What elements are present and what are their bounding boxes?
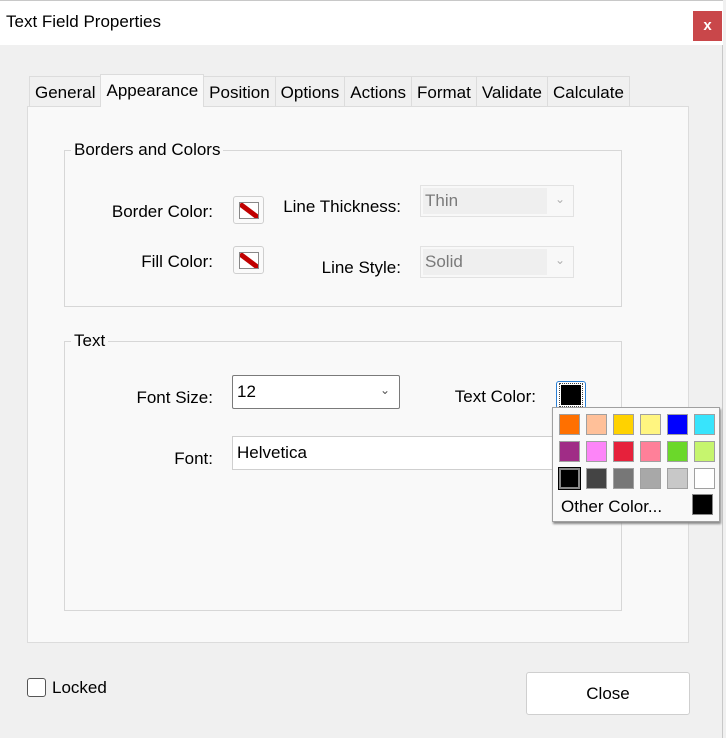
color-swatch[interactable] (586, 414, 607, 435)
color-swatch[interactable] (694, 441, 715, 462)
font-value: Helvetica (237, 443, 307, 462)
color-swatch[interactable] (640, 414, 661, 435)
font-size-select[interactable]: 12 ⌄ (232, 375, 400, 409)
tab-format[interactable]: Format (411, 76, 477, 107)
chevron-down-icon: ⌄ (379, 383, 390, 397)
line-style-select[interactable]: Solid ⌄ (420, 246, 574, 278)
color-swatch[interactable] (694, 414, 715, 435)
color-swatch[interactable] (640, 441, 661, 462)
border-color-button[interactable] (233, 196, 264, 224)
tab-general[interactable]: General (29, 76, 102, 107)
locked-checkbox[interactable] (27, 678, 46, 697)
color-swatch[interactable] (586, 441, 607, 462)
line-style-label: Line Style: (321, 258, 401, 277)
locked-label[interactable]: Locked (52, 678, 107, 698)
close-button[interactable]: Close (526, 672, 690, 715)
fill-color-button[interactable] (233, 246, 264, 274)
borders-and-colors-group: Borders and Colors (64, 140, 622, 307)
text-color-swatch (559, 383, 583, 407)
line-thickness-value: Thin (423, 188, 547, 214)
text-color-label: Text Color: (454, 387, 536, 406)
tab-options[interactable]: Options (274, 76, 346, 107)
color-swatch[interactable] (559, 441, 580, 462)
tab-validate[interactable]: Validate (475, 76, 549, 107)
font-size-value: 12 (237, 382, 256, 401)
border-color-label: Border Color: (111, 202, 213, 221)
tab-bar: General Appearance Position Options Acti… (29, 74, 630, 107)
color-swatch[interactable] (640, 468, 661, 489)
group-title: Borders and Colors (71, 140, 224, 160)
dialog-title: Text Field Properties (6, 12, 161, 31)
font-size-label: Font Size: (136, 388, 213, 407)
color-swatch[interactable] (613, 441, 634, 462)
color-swatch[interactable] (667, 414, 688, 435)
color-swatch[interactable] (694, 468, 715, 489)
fill-color-label: Fill Color: (141, 252, 213, 271)
group-title: Text (71, 331, 109, 351)
chevron-down-icon: ⌄ (554, 253, 565, 267)
tab-actions[interactable]: Actions (344, 76, 412, 107)
font-label: Font: (174, 449, 213, 468)
color-palette-popup: Other Color... (552, 407, 720, 522)
color-swatch[interactable] (667, 441, 688, 462)
line-style-value: Solid (423, 249, 547, 275)
line-thickness-select[interactable]: Thin ⌄ (420, 185, 574, 217)
chevron-down-icon: ⌄ (554, 192, 565, 206)
tab-appearance[interactable]: Appearance (100, 74, 205, 107)
color-swatch[interactable] (613, 468, 634, 489)
color-swatch[interactable] (613, 414, 634, 435)
line-thickness-label: Line Thickness: (283, 197, 401, 216)
no-color-icon (239, 252, 259, 269)
color-swatch[interactable] (558, 467, 581, 490)
tab-position[interactable]: Position (203, 76, 276, 107)
title-bar: Text Field Properties x (0, 1, 723, 45)
tab-calculate[interactable]: Calculate (547, 76, 630, 107)
text-color-button[interactable] (556, 381, 586, 409)
no-color-icon (239, 202, 259, 219)
color-swatch[interactable] (559, 414, 580, 435)
font-input[interactable]: Helvetica (232, 436, 562, 470)
other-color-button[interactable]: Other Color... (561, 497, 662, 517)
other-color-swatch[interactable] (692, 494, 713, 515)
color-swatch[interactable] (667, 468, 688, 489)
color-swatch[interactable] (586, 468, 607, 489)
text-field-properties-dialog: Text Field Properties x General Appearan… (0, 0, 723, 738)
close-icon[interactable]: x (693, 11, 722, 41)
